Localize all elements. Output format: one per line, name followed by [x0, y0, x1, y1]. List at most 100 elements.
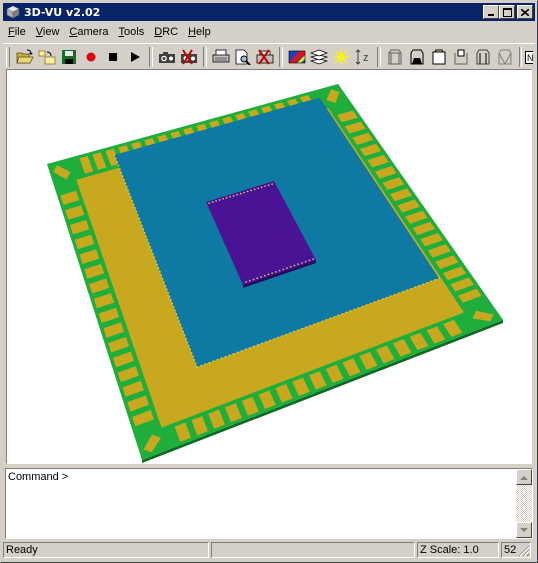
die-bond-pad	[250, 189, 252, 192]
command-panel[interactable]: Command >	[5, 468, 533, 539]
minimize-icon	[488, 13, 494, 16]
bond-finger	[128, 193, 131, 195]
stop-button[interactable]	[102, 46, 124, 68]
view-1-button[interactable]	[384, 46, 406, 68]
z-scale-icon: z	[355, 49, 369, 65]
bond-finger	[257, 344, 259, 346]
bond-finger	[181, 327, 183, 329]
open-project-button[interactable]	[36, 46, 58, 68]
view-6-button[interactable]	[494, 46, 516, 68]
bond-finger	[185, 338, 187, 340]
die-bond-pad	[253, 188, 256, 191]
delete-print-button[interactable]	[254, 46, 276, 68]
view-3-button[interactable]	[428, 46, 450, 68]
bond-finger	[163, 281, 165, 283]
command-prompt: Command >	[8, 471, 69, 483]
die-bond-pad	[252, 278, 255, 281]
maximize-button[interactable]	[499, 5, 515, 19]
lighting-button[interactable]	[330, 46, 352, 68]
3d-viewport[interactable]	[6, 69, 532, 464]
record-button[interactable]	[80, 46, 102, 68]
svg-text:z: z	[363, 52, 369, 64]
bond-finger	[386, 296, 388, 299]
die-bond-pad	[290, 266, 292, 268]
play-button[interactable]	[124, 46, 146, 68]
open-folder-button[interactable]	[14, 46, 36, 68]
view-5-button[interactable]	[472, 46, 494, 68]
svg-text:N: N	[527, 53, 533, 63]
toolbar-grip[interactable]	[6, 47, 10, 67]
save-button[interactable]	[58, 46, 80, 68]
close-button[interactable]	[517, 5, 533, 19]
print-button[interactable]	[210, 46, 232, 68]
menu-camera[interactable]: Camera	[64, 26, 113, 38]
bond-finger	[265, 341, 267, 343]
layers-button[interactable]	[308, 46, 330, 68]
die-bond-pad	[293, 264, 296, 267]
menu-tools[interactable]: Tools	[114, 26, 150, 38]
die-bond-pad	[304, 260, 307, 263]
title-bar[interactable]: 3D-VU v2.02	[3, 3, 535, 21]
z-scale-button[interactable]: z	[352, 46, 374, 68]
bond-finger	[357, 307, 360, 309]
bond-finger	[145, 235, 147, 237]
scroll-up-button[interactable]	[516, 469, 532, 485]
app-window: 3D-VU v2.02 File View Camera Tools DRC Help	[0, 0, 538, 563]
bond-finger	[182, 331, 185, 333]
die-bond-pad	[218, 199, 221, 201]
package-3d-render[interactable]	[6, 69, 532, 464]
bond-finger	[141, 224, 143, 227]
print-preview-icon	[235, 49, 251, 65]
bond-finger	[216, 358, 218, 361]
minimize-button[interactable]	[483, 5, 499, 19]
delete-snapshot-button[interactable]	[178, 46, 200, 68]
bond-finger	[159, 270, 161, 273]
die-bond-pad	[278, 269, 281, 272]
die-bond-pad	[236, 193, 238, 196]
die-bond-pad	[260, 276, 262, 278]
bond-finger	[337, 314, 339, 316]
bond-finger	[244, 348, 247, 350]
bond-finger	[162, 278, 164, 280]
menu-label-rest: elp	[196, 26, 211, 38]
bond-finger	[123, 179, 125, 181]
bond-finger	[167, 292, 169, 294]
view-2-button[interactable]	[406, 46, 428, 68]
stop-icon	[108, 53, 117, 61]
menu-accelerator: D	[154, 26, 163, 38]
bond-finger	[113, 154, 116, 156]
view-side-icon	[476, 49, 490, 65]
die-bond-pad	[211, 201, 214, 203]
bond-finger	[115, 157, 117, 160]
menu-accelerator: F	[8, 26, 15, 38]
bond-finger	[345, 311, 348, 313]
layer-colors-button[interactable]	[286, 46, 308, 68]
menu-file[interactable]: File	[3, 26, 31, 38]
bond-finger	[418, 285, 420, 287]
bond-finger	[390, 295, 392, 297]
die-bond-pad	[225, 197, 228, 199]
menu-accelerator: V	[35, 26, 43, 38]
die-bond-pad	[308, 259, 311, 262]
bond-finger	[438, 277, 440, 279]
command-scrollbar[interactable]	[516, 469, 532, 538]
bond-finger	[236, 351, 239, 353]
bond-finger	[313, 323, 315, 325]
menu-view[interactable]: View	[31, 26, 65, 38]
scroll-down-button[interactable]	[516, 522, 532, 538]
bond-finger	[139, 221, 142, 223]
status-bar: Ready Z Scale: 1.0 52	[3, 542, 535, 560]
toolbar: z N	[3, 43, 535, 70]
menu-help[interactable]: Help	[183, 26, 216, 38]
menu-drc[interactable]: DRC	[149, 26, 183, 38]
view-4-button[interactable]	[450, 46, 472, 68]
snapshot-button[interactable]	[156, 46, 178, 68]
bond-finger	[261, 342, 263, 345]
resize-grip-icon[interactable]	[518, 545, 530, 557]
print-preview-button[interactable]	[232, 46, 254, 68]
next-button[interactable]: N	[525, 46, 535, 68]
bond-finger	[130, 196, 132, 199]
die-bond-pad	[275, 271, 277, 273]
toolbar-separator	[148, 47, 153, 67]
die-bond-pad	[243, 191, 245, 194]
